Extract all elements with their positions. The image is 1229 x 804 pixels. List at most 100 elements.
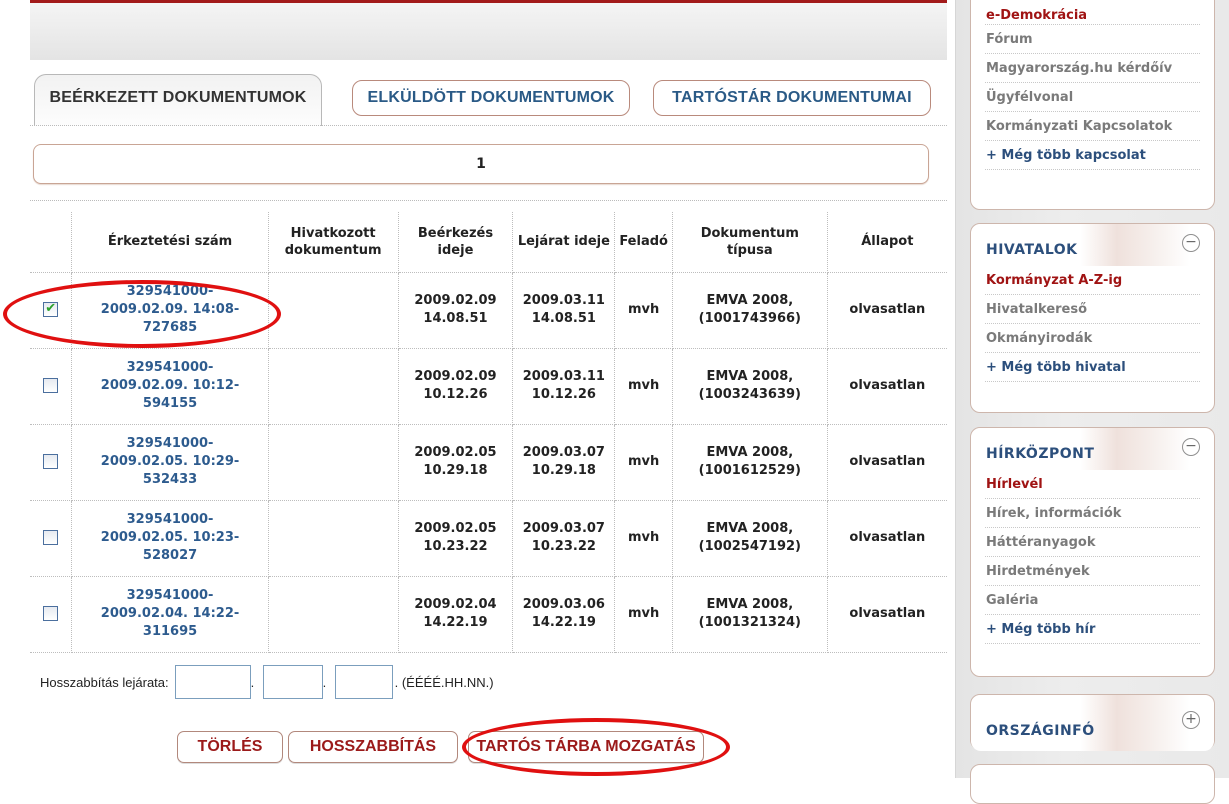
column-header: Feladó	[614, 212, 673, 273]
panel-title: HIVATALOK	[986, 242, 1078, 258]
sidebar-link[interactable]: Hírek, információk	[985, 499, 1200, 528]
main-content: BEÉRKEZETT DOKUMENTUMOK ELKÜLDÖTT DOKUME…	[0, 0, 955, 778]
referenced-document-cell	[267, 575, 399, 653]
collapse-icon[interactable]: −	[1182, 438, 1200, 456]
sender-cell: mvh	[614, 347, 673, 425]
collapse-icon[interactable]: −	[1182, 234, 1200, 252]
sidebar-more-link[interactable]: + Még több hivatal	[985, 353, 1200, 382]
expiry-cell: 2009.03.07 10.23.22	[512, 499, 616, 577]
status-cell: olvasatlan	[826, 423, 947, 501]
sidebar-link[interactable]: Galéria	[985, 586, 1200, 615]
sidebar-link[interactable]: Háttéranyagok	[985, 528, 1200, 557]
sidebar-panel-partial	[970, 764, 1215, 804]
panel-header: HÍRKÖZPONT −	[971, 428, 1214, 470]
panel-title: ORSZÁGINFÓ	[986, 723, 1095, 739]
panel-header: HIVATALOK −	[971, 224, 1214, 266]
date-separator: .	[322, 674, 327, 690]
expiry-cell: 2009.03.07 10.29.18	[512, 423, 616, 501]
header-strip	[30, 0, 947, 60]
table-row: 329541000- 2009.02.05. 10:23- 528027 2009.…	[30, 499, 947, 577]
expiry-cell: 2009.03.11 10.12.26	[512, 347, 616, 425]
sidebar-link[interactable]: Hivatalkereső	[985, 295, 1200, 324]
status-cell: olvasatlan	[826, 499, 947, 577]
date-separator: .	[250, 674, 255, 690]
status-cell: olvasatlan	[826, 347, 947, 425]
document-number-link[interactable]: 329541000- 2009.02.09. 10:12- 594155	[71, 347, 269, 425]
tab-archive[interactable]: TARTÓSTÁR DOKUMENTUMAI	[653, 80, 931, 116]
page-number[interactable]: 1	[476, 156, 486, 172]
column-header: Lejárat ideje	[512, 212, 616, 273]
column-header: Hivatkozott dokumentum	[267, 212, 399, 273]
referenced-document-cell	[267, 271, 399, 349]
row-checkbox[interactable]	[43, 378, 59, 393]
sidebar-link[interactable]: Hirdetmények	[985, 557, 1200, 586]
month-input[interactable]	[262, 665, 323, 699]
sender-cell: mvh	[614, 271, 673, 349]
referenced-document-cell	[267, 347, 399, 425]
day-input[interactable]	[334, 665, 393, 699]
row-checkbox[interactable]	[43, 454, 59, 469]
column-header: Állapot	[826, 212, 947, 273]
orszaginfo-panel: ORSZÁGINFÓ +	[970, 694, 1215, 751]
received-cell: 2009.02.09 10.12.26	[397, 347, 514, 425]
column-header: Beérkezés ideje	[397, 212, 514, 273]
doc-type-cell: EMVA 2008, (1001612529)	[671, 423, 828, 501]
table-row: 329541000- 2009.02.04. 14:22- 311695 2009.…	[30, 575, 947, 653]
divider	[30, 125, 947, 126]
row-checkbox[interactable]	[43, 300, 59, 318]
referenced-document-cell	[267, 423, 399, 501]
select-column-header	[30, 212, 73, 273]
document-number-link[interactable]: 329541000- 2009.02.05. 10:23- 528027	[71, 499, 269, 577]
extension-label: Hosszabbítás lejárata:	[40, 674, 169, 690]
sidebar-link[interactable]: Kormányzat A-Z-ig	[985, 266, 1200, 295]
column-header: Dokumentum típusa	[671, 212, 828, 273]
extension-date-row: Hosszabbítás lejárata: . . . (ÉÉÉÉ.HH.NN…	[40, 665, 494, 699]
sidebar-more-link[interactable]: + Még több hír	[985, 615, 1200, 644]
sidebar-link[interactable]: Hírlevél	[985, 470, 1200, 499]
document-number-link[interactable]: 329541000- 2009.02.09. 14:08- 727685	[71, 271, 269, 349]
move-to-archive-button[interactable]: TARTÓS TÁRBA MOZGATÁS	[468, 731, 704, 763]
sender-cell: mvh	[614, 575, 673, 653]
sidebar-link[interactable]: Ügyfélvonal	[985, 83, 1200, 112]
referenced-document-cell	[267, 499, 399, 577]
status-cell: olvasatlan	[826, 575, 947, 653]
table-row: 329541000- 2009.02.05. 10:29- 532433 2009.…	[30, 423, 947, 501]
panel-header: ORSZÁGINFÓ +	[971, 695, 1214, 751]
status-cell: olvasatlan	[826, 271, 947, 349]
right-sidebar: e-Demokrácia Fórum Magyarország.hu kérdő…	[955, 0, 1229, 804]
row-checkbox[interactable]	[43, 530, 59, 545]
sidebar-link[interactable]: e-Demokrácia	[985, 7, 1200, 25]
tab-sent[interactable]: ELKÜLDÖTT DOKUMENTUMOK	[352, 80, 630, 116]
doc-type-cell: EMVA 2008, (1001321324)	[671, 575, 828, 653]
expand-icon[interactable]: +	[1182, 711, 1200, 729]
documents-table: Érkeztetési szám Hivatkozott dokumentum …	[30, 212, 947, 653]
sidebar-link[interactable]: Okmányirodák	[985, 324, 1200, 353]
received-cell: 2009.02.04 14.22.19	[397, 575, 514, 653]
sidebar-link[interactable]: Magyarország.hu kérdőív	[985, 54, 1200, 83]
row-checkbox[interactable]	[43, 606, 59, 621]
sender-cell: mvh	[614, 499, 673, 577]
table-row: 329541000-2009.02.09. 14:08-727685 2009.…	[30, 271, 947, 349]
sidebar-more-link[interactable]: + Még több kapcsolat	[985, 141, 1200, 170]
panel-title: HÍRKÖZPONT	[986, 446, 1095, 462]
doc-type-cell: EMVA 2008, (1001743966)	[671, 271, 828, 349]
hirkozpont-panel: HÍRKÖZPONT − Hírlevél Hírek, információk…	[970, 427, 1215, 677]
sender-cell: mvh	[614, 423, 673, 501]
document-number-link[interactable]: 329541000- 2009.02.05. 10:29- 532433	[71, 423, 269, 501]
sidebar-link[interactable]: Kormányzati Kapcsolatok	[985, 112, 1200, 141]
received-cell: 2009.02.05 10.29.18	[397, 423, 514, 501]
expiry-cell: 2009.03.06 14.22.19	[512, 575, 616, 653]
document-number-link[interactable]: 329541000- 2009.02.04. 14:22- 311695	[71, 575, 269, 653]
delete-button[interactable]: TÖRLÉS	[177, 731, 283, 763]
year-input[interactable]	[174, 665, 251, 699]
expiry-cell: 2009.03.11 14.08.51	[512, 271, 616, 349]
extend-button[interactable]: HOSSZABBÍTÁS	[288, 731, 458, 763]
tab-inbox[interactable]: BEÉRKEZETT DOKUMENTUMOK	[34, 74, 322, 126]
sidebar-link[interactable]: Fórum	[985, 25, 1200, 54]
pagination[interactable]: 1	[33, 144, 929, 184]
doc-type-cell: EMVA 2008, (1002547192)	[671, 499, 828, 577]
table-row: 329541000- 2009.02.09. 10:12- 594155 2009.…	[30, 347, 947, 425]
received-cell: 2009.02.09 14.08.51	[397, 271, 514, 349]
hivatalok-panel: HIVATALOK − Kormányzat A-Z-ig Hivatalker…	[970, 223, 1215, 413]
date-format-hint: . (ÉÉÉÉ.HH.NN.)	[394, 674, 494, 690]
